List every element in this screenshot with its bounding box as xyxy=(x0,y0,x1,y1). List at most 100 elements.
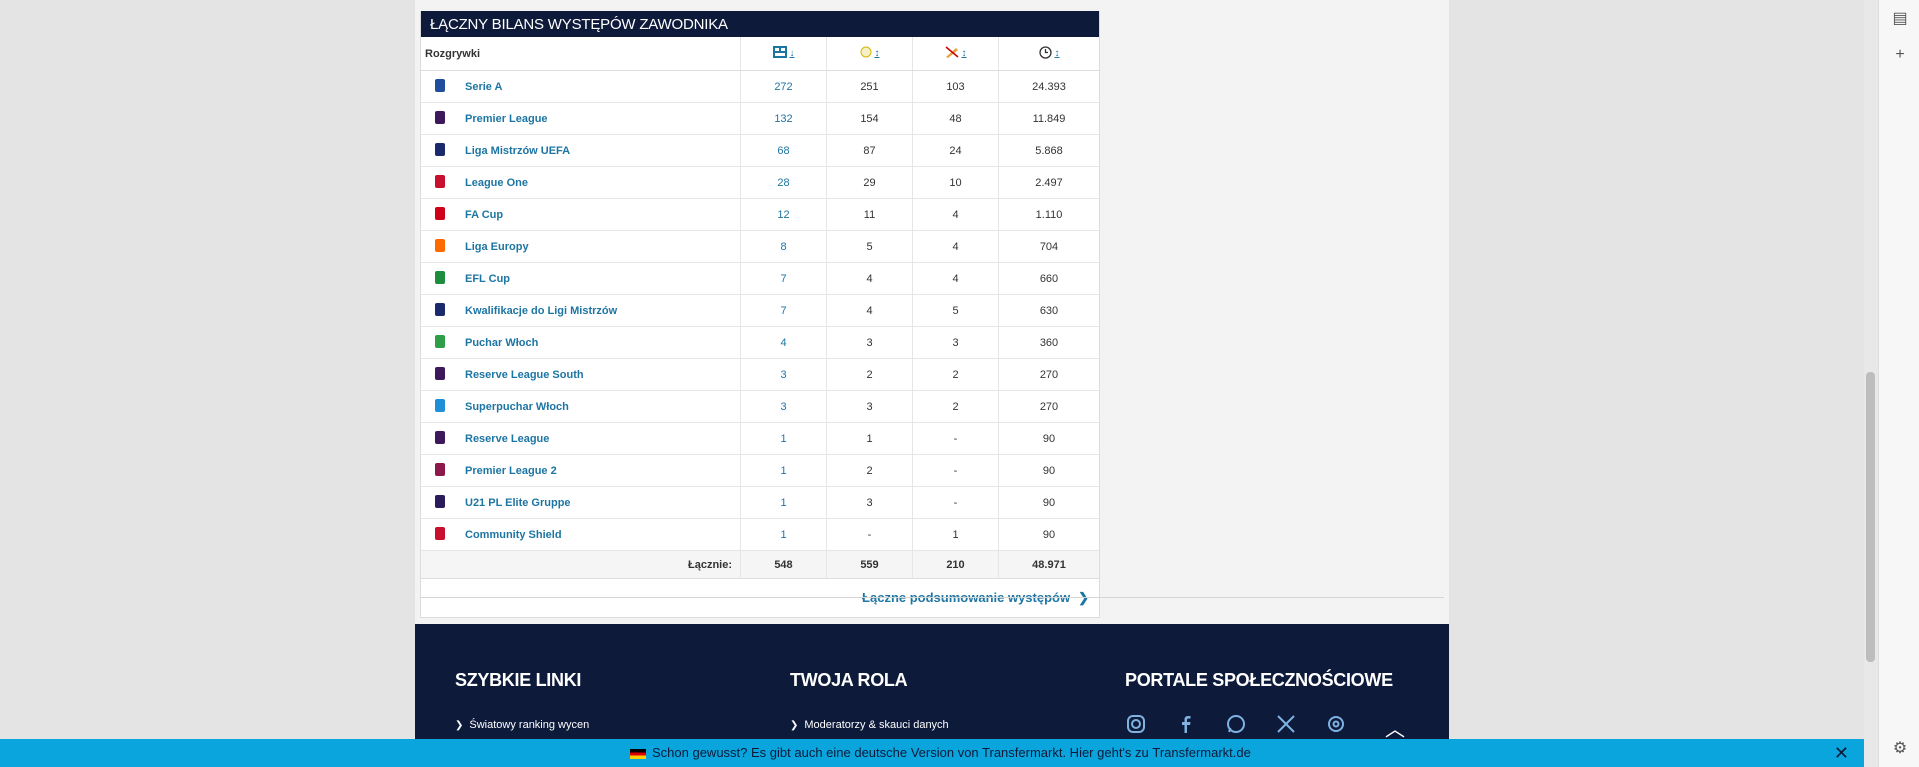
competition-cell[interactable]: Kwalifikacje do Ligi Mistrzów xyxy=(459,294,741,327)
table-row: Kwalifikacje do Ligi Mistrzów 7 4 5 630 xyxy=(421,294,1099,327)
apps-cell[interactable]: 3 xyxy=(740,358,827,391)
competition-cell[interactable]: Superpuchar Włoch xyxy=(459,390,741,423)
competition-link[interactable]: Reserve League South xyxy=(465,369,584,381)
col-goals[interactable]: ↕ xyxy=(826,37,913,71)
apps-cell[interactable]: 1 xyxy=(740,454,827,487)
competition-cell[interactable]: Liga Europy xyxy=(459,230,741,263)
reading-list-icon[interactable]: ▤ xyxy=(1891,10,1909,28)
competition-logo xyxy=(435,78,445,92)
role-link-item[interactable]: ❯ Moderatorzy & skauci danych xyxy=(790,719,949,731)
sort-minutes[interactable]: ↕ xyxy=(1055,48,1060,59)
goals-cell: 87 xyxy=(826,134,913,167)
apps-cell[interactable]: 4 xyxy=(740,326,827,359)
footer-role: TWOJA ROLA ❯ Moderatorzy & skauci danych xyxy=(790,670,949,731)
competition-link[interactable]: Puchar Włoch xyxy=(465,337,538,349)
competition-link[interactable]: Liga Mistrzów UEFA xyxy=(465,145,570,157)
competition-cell[interactable]: Premier League 2 xyxy=(459,454,741,487)
apps-cell[interactable]: 3 xyxy=(740,390,827,423)
competition-cell[interactable]: Community Shield xyxy=(459,518,741,551)
apps-cell[interactable]: 8 xyxy=(740,230,827,263)
close-icon[interactable]: ✕ xyxy=(1834,739,1849,767)
competition-logo-icon xyxy=(421,454,459,487)
add-icon[interactable]: + xyxy=(1891,46,1909,64)
goals-cell: 5 xyxy=(826,230,913,263)
performance-box: Łączny bilans występów zawodnika Rozgryw… xyxy=(420,11,1100,618)
col-assists[interactable]: ↕ xyxy=(912,37,999,71)
competition-link[interactable]: Premier League 2 xyxy=(465,465,557,477)
threads-icon[interactable] xyxy=(1325,714,1347,736)
competition-link[interactable]: Kwalifikacje do Ligi Mistrzów xyxy=(465,305,617,317)
competition-cell[interactable]: U21 PL Elite Gruppe xyxy=(459,486,741,519)
competition-logo xyxy=(435,110,445,124)
x-icon[interactable] xyxy=(1275,714,1297,736)
apps-cell[interactable]: 1 xyxy=(740,422,827,455)
competition-link[interactable]: Superpuchar Włoch xyxy=(465,401,569,413)
col-appearances[interactable]: ↓ xyxy=(740,37,827,71)
competition-cell[interactable]: Reserve League South xyxy=(459,358,741,391)
competition-cell[interactable]: League One xyxy=(459,166,741,199)
banner-link[interactable]: Transfermarkt.de xyxy=(1152,745,1251,760)
instagram-icon[interactable] xyxy=(1125,714,1147,736)
table-row: Serie A 272 251 103 24.393 xyxy=(421,70,1099,103)
competition-cell[interactable]: Puchar Włoch xyxy=(459,326,741,359)
apps-cell[interactable]: 272 xyxy=(740,70,827,103)
assists-cell: 103 xyxy=(912,70,999,103)
goals-cell: 154 xyxy=(826,102,913,135)
apps-cell[interactable]: 1 xyxy=(740,486,827,519)
footer-social: PORTALE SPOŁECZNOŚCIOWE xyxy=(1125,670,1393,691)
competition-logo-icon xyxy=(421,294,459,327)
table-row: Puchar Włoch 4 3 3 360 xyxy=(421,326,1099,359)
goals-cell: 2 xyxy=(826,454,913,487)
competition-logo xyxy=(435,238,445,252)
apps-cell[interactable]: 7 xyxy=(740,294,827,327)
role-title: TWOJA ROLA xyxy=(790,670,908,690)
apps-cell[interactable]: 12 xyxy=(740,198,827,231)
competition-link[interactable]: Serie A xyxy=(465,81,503,93)
competition-link[interactable]: Community Shield xyxy=(465,529,562,541)
whatsapp-icon[interactable] xyxy=(1225,714,1247,736)
browser-sidebar: ▤ + ⚙ xyxy=(1878,0,1919,767)
apps-cell[interactable]: 28 xyxy=(740,166,827,199)
sort-goals[interactable]: ↕ xyxy=(875,48,880,59)
competition-logo-icon xyxy=(421,102,459,135)
competition-logo-icon xyxy=(421,70,459,103)
table-row: Reserve League South 3 2 2 270 xyxy=(421,358,1099,391)
col-minutes[interactable]: ↕ xyxy=(998,37,1099,71)
goals-cell: 4 xyxy=(826,294,913,327)
quick-link-label[interactable]: Światowy ranking wycen xyxy=(469,719,589,731)
settings-icon[interactable]: ⚙ xyxy=(1891,740,1909,758)
sort-appearances[interactable]: ↓ xyxy=(790,48,795,59)
apps-cell[interactable]: 68 xyxy=(740,134,827,167)
competition-link[interactable]: U21 PL Elite Gruppe xyxy=(465,497,571,509)
apps-cell[interactable]: 132 xyxy=(740,102,827,135)
competition-link[interactable]: League One xyxy=(465,177,528,189)
summary-link[interactable]: Łączne podsumowanie występów❯ xyxy=(421,579,1099,617)
competition-cell[interactable]: Liga Mistrzów UEFA xyxy=(459,134,741,167)
competition-link[interactable]: EFL Cup xyxy=(465,273,510,285)
facebook-icon[interactable] xyxy=(1175,714,1197,736)
banner-content: Schon gewusst? Es gibt auch eine deutsch… xyxy=(630,739,1251,767)
sort-assists[interactable]: ↕ xyxy=(962,48,967,59)
assists-cell: 48 xyxy=(912,102,999,135)
competition-logo-icon xyxy=(421,390,459,423)
competition-cell[interactable]: EFL Cup xyxy=(459,262,741,295)
competition-logo xyxy=(435,206,445,220)
assists-cell: 4 xyxy=(912,230,999,263)
competition-link[interactable]: Premier League xyxy=(465,113,548,125)
competition-link[interactable]: Reserve League xyxy=(465,433,549,445)
quick-link-item[interactable]: ❯ Światowy ranking wycen xyxy=(455,719,589,731)
goals-cell: 11 xyxy=(826,198,913,231)
competition-cell[interactable]: Reserve League xyxy=(459,422,741,455)
competition-link[interactable]: Liga Europy xyxy=(465,241,529,253)
role-link-label[interactable]: Moderatorzy & skauci danych xyxy=(804,719,948,731)
competition-cell[interactable]: FA Cup xyxy=(459,198,741,231)
scrollbar-thumb[interactable] xyxy=(1866,372,1875,662)
apps-cell[interactable]: 7 xyxy=(740,262,827,295)
competition-logo xyxy=(435,270,445,284)
apps-cell[interactable]: 1 xyxy=(740,518,827,551)
competition-cell[interactable]: Serie A xyxy=(459,70,741,103)
competition-link[interactable]: FA Cup xyxy=(465,209,503,221)
section-title: Łączny bilans występów zawodnika xyxy=(421,11,1099,37)
competition-cell[interactable]: Premier League xyxy=(459,102,741,135)
assists-cell: - xyxy=(912,454,999,487)
